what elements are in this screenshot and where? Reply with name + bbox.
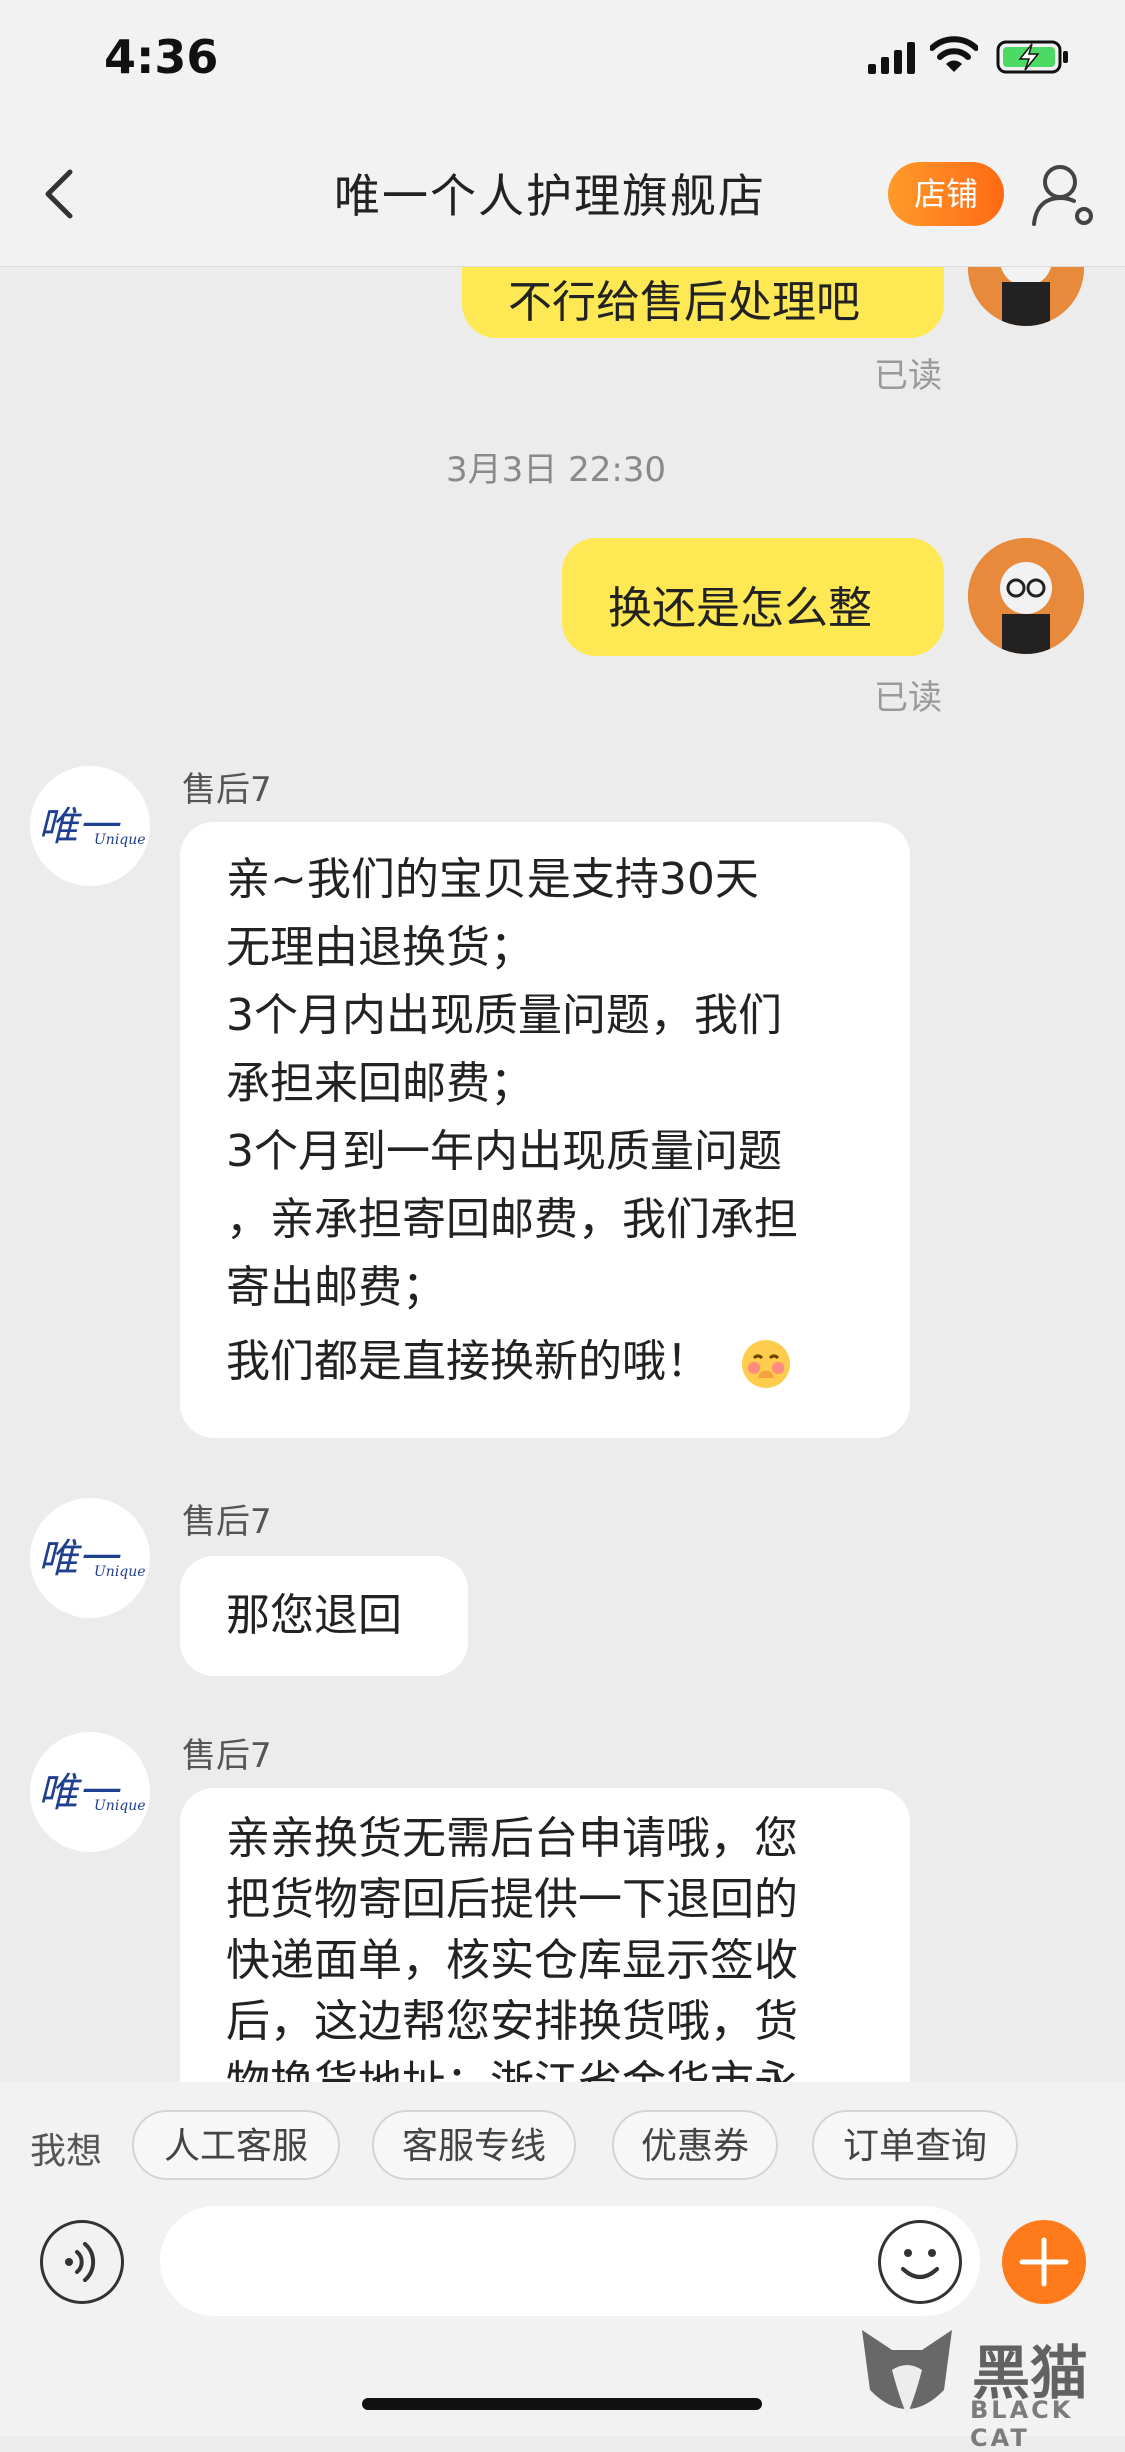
chip-order-query[interactable]: 订单查询 — [812, 2110, 1018, 2180]
my-message-text: 换还是怎么整 — [608, 583, 872, 634]
message-line: 寄出邮费； — [226, 1262, 446, 1313]
wifi-icon — [930, 36, 978, 72]
watermark-subtext: BLACK CAT — [970, 2396, 1074, 2452]
message-line: 后，这边帮您安排换货哦，货 — [226, 1996, 798, 2047]
nav-bar: 唯一个人护理旗舰店 店铺 — [0, 120, 1125, 267]
message-line: ，亲承担寄回邮费，我们承担 — [226, 1194, 798, 1245]
cellular-signal-icon — [868, 42, 915, 74]
message-line: 3个月到一年内出现质量问题 — [226, 1126, 782, 1177]
message-line: 承担来回邮费； — [226, 1058, 534, 1109]
chip-service-hotline[interactable]: 客服专线 — [372, 2110, 576, 2180]
cat-logo-icon — [862, 2330, 952, 2415]
chip-coupon[interactable]: 优惠券 — [612, 2110, 778, 2180]
message-line: 亲亲换货无需后台申请哦，您 — [226, 1813, 798, 1864]
home-indicator — [362, 2398, 762, 2410]
shop-button[interactable]: 店铺 — [888, 162, 1004, 226]
voice-button[interactable] — [40, 2220, 124, 2304]
my-avatar[interactable] — [968, 538, 1084, 654]
status-bar: 4:36 — [0, 0, 1125, 120]
message-timestamp: 3月3日 22:30 — [446, 450, 667, 490]
shop-logo-sub: Unique — [94, 832, 146, 848]
plus-icon — [1019, 2237, 1069, 2287]
message-line-text: 我们都是直接换新的哦！ — [226, 1336, 710, 1387]
sender-name: 售后7 — [182, 770, 272, 810]
message-line: 我们都是直接换新的哦！ — [226, 1328, 798, 1396]
user-settings-icon[interactable] — [1030, 160, 1100, 230]
cartoon-avatar-icon — [968, 266, 1084, 326]
page-title: 唯一个人护理旗舰店 — [334, 169, 766, 223]
message-line: 快递面单，核实仓库显示签收 — [226, 1935, 798, 1986]
read-receipt: 已读 — [874, 356, 942, 396]
my-message-bubble[interactable]: 不行给售后处理吧 — [462, 266, 944, 338]
message-line: 亲~我们的宝贝是支持30天 — [226, 854, 759, 905]
shop-message-bubble[interactable]: 那您退回 — [180, 1556, 468, 1676]
message-line: 3个月内出现质量问题，我们 — [226, 990, 782, 1041]
read-receipt: 已读 — [874, 678, 942, 718]
chat-area[interactable]: 不行给售后处理吧 已读 3月3日 22:30 换还是怎么整 已读 唯一 Uniq… — [0, 266, 1125, 2082]
message-input[interactable] — [160, 2206, 980, 2316]
quick-reply-label: 我想 — [30, 2131, 103, 2172]
more-button[interactable] — [1002, 2220, 1086, 2304]
my-avatar[interactable] — [968, 266, 1084, 326]
quick-reply-bar: 我想 人工客服 客服专线 优惠券 订单查询 — [0, 2082, 1125, 2206]
watermark: 黑猫 BLACK CAT — [852, 2320, 1122, 2452]
smiley-icon — [901, 2249, 939, 2279]
sender-name: 售后7 — [182, 1736, 272, 1776]
shop-message-bubble[interactable]: 亲~我们的宝贝是支持30天 无理由退换货； 3个月内出现质量问题，我们 承担来回… — [180, 822, 910, 1438]
emoji-button[interactable] — [878, 2220, 962, 2304]
my-message-bubble[interactable]: 换还是怎么整 — [562, 538, 944, 656]
shop-logo-sub: Unique — [94, 1564, 146, 1580]
my-message-text: 不行给售后处理吧 — [508, 277, 860, 328]
message-line: 无理由退换货； — [226, 922, 534, 973]
status-time: 4:36 — [104, 30, 219, 84]
cartoon-avatar-icon — [968, 538, 1084, 654]
voice-icon — [65, 2242, 96, 2282]
message-line: 把货物寄回后提供一下退回的 — [226, 1874, 798, 1925]
shop-logo-sub: Unique — [94, 1798, 146, 1814]
shop-message-bubble[interactable]: 亲亲换货无需后台申请哦，您 把货物寄回后提供一下退回的 快递面单，核实仓库显示签… — [180, 1788, 910, 2082]
message-line: 那您退回 — [226, 1590, 402, 1641]
chip-manual-service[interactable]: 人工客服 — [132, 2110, 340, 2180]
sender-name: 售后7 — [182, 1502, 272, 1542]
back-icon[interactable] — [32, 164, 92, 224]
shop-avatar[interactable]: 唯一 Unique — [30, 1498, 150, 1618]
battery-charging-icon — [996, 40, 1068, 74]
shop-avatar[interactable]: 唯一 Unique — [30, 1732, 150, 1852]
shop-avatar[interactable]: 唯一 Unique — [30, 766, 150, 886]
blushing-emoji-icon — [742, 1340, 790, 1388]
message-line: 物换货地址：浙江省金华市永 — [226, 2052, 798, 2082]
